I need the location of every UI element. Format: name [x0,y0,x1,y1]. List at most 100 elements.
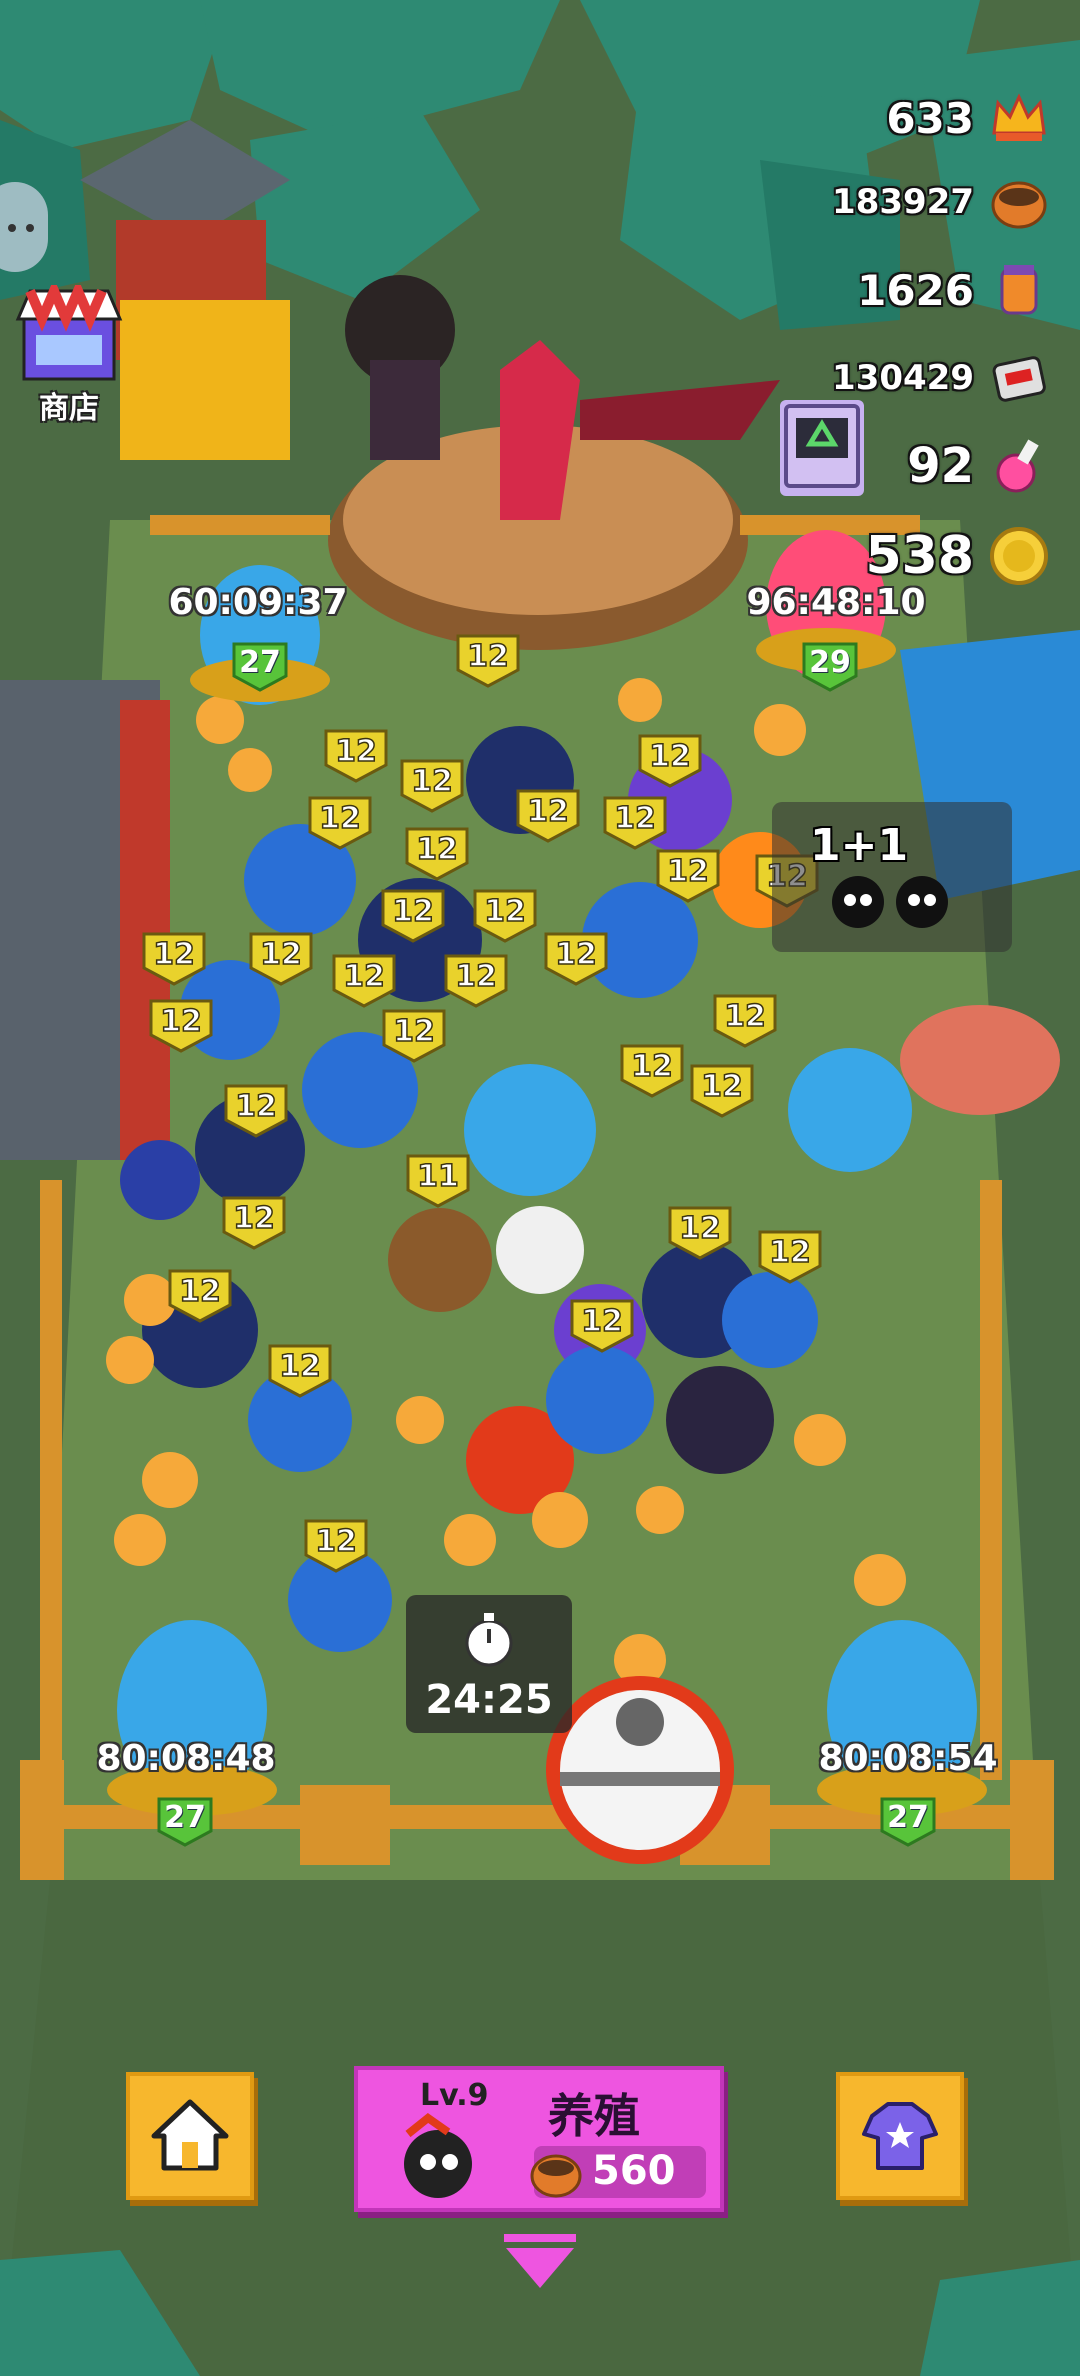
creature-level-tag: 12 [149,999,213,1053]
creature-level-tag: 12 [400,759,464,813]
creature-level-text: 12 [614,801,656,836]
resource-coin[interactable]: 538 [630,516,1050,596]
egg-level-badge-2: 29 [800,640,860,692]
expand-down-icon[interactable] [500,2234,580,2290]
egg-level-text-4: 27 [887,1800,929,1835]
creature-level-tag: 12 [603,796,667,850]
creature-level-text: 12 [411,764,453,799]
shop-button[interactable]: 商店 [14,278,124,426]
creature-level-text: 12 [315,1524,357,1559]
side-menu-toggle[interactable] [0,182,48,272]
egg-level-text-2: 29 [809,645,851,680]
breed-button[interactable]: Lv.9 养殖 560 [354,2066,724,2212]
creature-level-text: 12 [416,832,458,867]
breed-title: 养殖 [548,2089,640,2143]
ticket-count: 130429 [832,358,974,398]
creature-level-tag: 12 [690,1064,754,1118]
creature-level-text: 12 [484,894,526,929]
stopwatch-panel[interactable]: 24:25 [406,1595,572,1733]
creature-level-tag: 12 [332,954,396,1008]
resource-food[interactable]: 183927 [630,162,1050,242]
creature-level-text: 12 [467,639,509,674]
creature-level-text: 11 [417,1159,459,1194]
creature-level-tag: 12 [656,849,720,903]
egg-timer-4: 80:08:54 [818,1738,998,1779]
shirt-icon [862,2102,938,2170]
creature-level-text: 12 [335,734,377,769]
creature-level-tag: 12 [381,889,445,943]
home-icon [151,2099,229,2171]
merge-hint-popup: 1+1 [772,802,1012,952]
creature-level-tag: 12 [570,1299,634,1353]
egg-level-badge-1: 27 [230,640,290,692]
creature-level-tag: 12 [168,1269,232,1323]
stopwatch-time: 24:25 [425,1677,553,1723]
creature-level-tag: 12 [444,954,508,1008]
creature-level-text: 12 [393,1014,435,1049]
creature-level-text: 12 [160,1004,202,1039]
egg-level-badge-4: 27 [878,1795,938,1847]
creature-level-tag: 12 [304,1519,368,1573]
face-icon [8,224,34,232]
creature-level-tag: 12 [222,1196,286,1250]
creature-level-text: 12 [527,794,569,829]
creature-level-text: 12 [581,1304,623,1339]
merge-hint-text: 1+1 [810,820,909,871]
creature-level-text: 12 [233,1201,275,1236]
jar-icon [1000,265,1038,315]
egg-level-badge-3: 27 [155,1795,215,1847]
creature-level-tag: 12 [638,734,702,788]
resource-crown[interactable]: 633 [630,78,1050,158]
creature-level-tag: 12 [473,889,537,943]
wardrobe-button[interactable] [836,2072,964,2200]
food-bowl-icon [530,2154,582,2198]
creature-level-tag: 12 [324,729,388,783]
creature-level-tag: 12 [544,932,608,986]
shop-label: 商店 [39,391,99,426]
creature-level-text: 12 [455,959,497,994]
breed-cost-box: 560 [530,2146,706,2198]
creature-level-text: 12 [319,801,361,836]
creature-level-text: 12 [343,959,385,994]
creature-level-text: 12 [701,1069,743,1104]
creature-level-tag: 12 [249,932,313,986]
home-button[interactable] [126,2072,254,2200]
creature-level-tag: 12 [405,827,469,881]
creature-level-text: 12 [235,1089,277,1124]
crown-count: 633 [886,93,974,143]
game-scene: 12 12 12 12 12 12 12 12 12 12 12 12 12 12 12 12 12 12 12 12… [0,0,1080,2376]
creature-level-text: 12 [153,937,195,972]
creature-level-text: 12 [279,1349,321,1384]
egg-level-text-1: 27 [239,645,281,680]
creature-level-text: 12 [260,937,302,972]
creature-level-tag: 12 [456,634,520,688]
recycle-bin-icon[interactable] [780,400,864,496]
creature-level-text: 12 [769,1235,811,1270]
resource-jar[interactable]: 1626 [630,250,1050,330]
potion-icon [996,439,1039,493]
creature-level-text: 12 [179,1274,221,1309]
creature-level-text: 12 [631,1049,673,1084]
egg-level-text-3: 27 [164,1800,206,1835]
creature-level-tag: 12 [308,796,372,850]
crown-icon [992,93,1046,141]
stopwatch-icon [465,1613,513,1667]
creature-level-tag: 12 [713,994,777,1048]
creature-level-tag: 12 [516,789,580,843]
egg-timer-3: 80:08:48 [96,1738,276,1779]
ticket-icon [992,356,1046,402]
coin-icon [990,527,1048,585]
creature-level-tag: 12 [224,1084,288,1138]
creature-level-tag: 12 [758,1230,822,1284]
creature-level-text: 12 [667,854,709,889]
creature-level-text: 12 [392,894,434,929]
food-count: 183927 [832,182,974,222]
potion-count: 92 [907,438,974,494]
creature-level-text: 12 [679,1211,721,1246]
jar-count: 1626 [857,265,974,315]
creature-level-text: 12 [724,999,766,1034]
egg-timer-1: 60:09:37 [168,582,348,623]
creature-level-tag: 12 [142,932,206,986]
creature-level-tag: 12 [620,1044,684,1098]
breed-cost: 560 [592,2148,676,2194]
